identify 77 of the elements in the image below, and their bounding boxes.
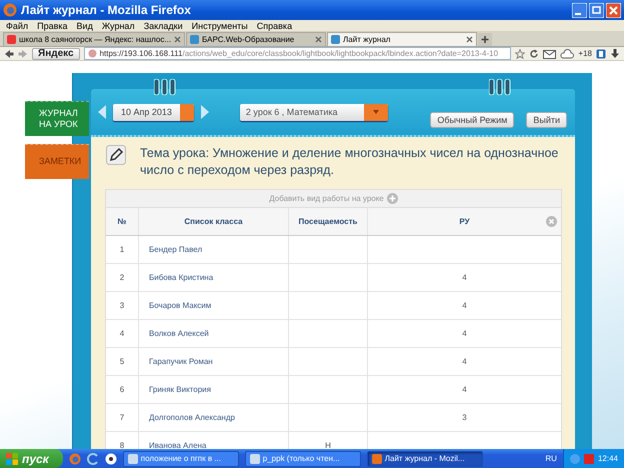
close-icon[interactable] [174, 36, 182, 43]
logout-button[interactable]: Выйти [526, 112, 567, 128]
row-number: 6 [106, 376, 139, 403]
taskbar-button[interactable]: p_ppk (только чтен... [244, 450, 361, 466]
row-number: 7 [106, 404, 139, 431]
menu-item[interactable]: Справка [256, 20, 292, 30]
site-icon [88, 49, 97, 58]
close-icon[interactable] [315, 36, 322, 43]
menu-item[interactable]: Файл [6, 20, 28, 30]
grade-mark[interactable]: 4 [368, 320, 561, 347]
plus-icon[interactable] [478, 33, 492, 46]
menu-item[interactable]: Инструменты [192, 20, 248, 30]
close-icon[interactable] [466, 36, 474, 43]
column-header: Посещаемость [289, 208, 368, 235]
normal-mode-button[interactable]: Обычный Режим [430, 112, 514, 128]
column-header: № [106, 208, 139, 235]
grade-mark[interactable]: 4 [368, 264, 561, 291]
grade-mark[interactable]: 3 [368, 404, 561, 431]
student-name[interactable]: Долгополов Александр [139, 404, 289, 431]
windows-flag-icon [6, 452, 18, 464]
page-icon [331, 35, 340, 44]
clock: 12:44 [598, 454, 618, 463]
star-icon[interactable] [515, 48, 526, 58]
row-number: 4 [106, 320, 139, 347]
bookmark-icon[interactable] [596, 48, 606, 58]
student-name[interactable]: Бендер Павел [139, 236, 289, 263]
menu-item[interactable]: Закладки [144, 20, 183, 30]
grade-mark[interactable]: 4 [368, 292, 561, 319]
student-name[interactable]: Бочаров Максим [139, 292, 289, 319]
side-tab[interactable]: ЖУРНАЛ НА УРОК [25, 101, 89, 136]
edit-pencil-icon[interactable] [106, 145, 126, 165]
row-number: 3 [106, 292, 139, 319]
lesson-topic: Тема урока: Умножение и деление многозначных чисел на однозначное число с переходом через разряд. [140, 145, 560, 179]
download-icon[interactable] [610, 48, 620, 58]
ball-icon[interactable] [104, 452, 117, 464]
taskbar-button[interactable]: Лайт журнал - Mozil... [366, 450, 483, 466]
grade-mark[interactable]: 4 [368, 376, 561, 403]
taskbar-button[interactable]: положение о пгпк в ... [122, 450, 239, 466]
app-icon [128, 454, 138, 464]
date-field[interactable]: 10 Апр 2013 [113, 104, 194, 120]
app-icon [372, 454, 382, 464]
address-field[interactable]: https://193.106.168.111/actions/web_edu/core/classbook/lightbook/lightbookpack/lbindex.action?date=2013-4-10 [84, 47, 512, 60]
dropdown-caret-icon [372, 110, 379, 114]
reload-icon[interactable] [529, 48, 540, 58]
grade-mark[interactable]: 4 [368, 348, 561, 375]
menu-item[interactable]: Правка [37, 20, 68, 30]
mail-icon[interactable] [543, 48, 556, 58]
restore-icon[interactable] [589, 2, 604, 18]
minimize-icon[interactable] [572, 2, 587, 18]
menu-item[interactable]: Вид [76, 20, 93, 30]
page-icon [7, 35, 16, 44]
browser-icon[interactable] [86, 452, 99, 464]
student-name[interactable]: Гриняк Виктория [139, 376, 289, 403]
column-header: РУ [459, 217, 470, 226]
cloud-icon[interactable] [560, 48, 574, 58]
column-header: Список класса [139, 208, 289, 235]
weather-label: +18 [578, 49, 592, 58]
student-name[interactable]: Бибова Кристина [139, 264, 289, 291]
browser-tab[interactable]: Лайт журнал [327, 32, 478, 46]
browser-tab[interactable]: БАРС.Web-Образование [186, 32, 326, 46]
window-title: Лайт журнал - Mozilla Firefox [21, 3, 192, 17]
lesson-select[interactable]: 2 урок 6 , Математика [240, 104, 388, 120]
page-icon [190, 35, 200, 44]
student-name[interactable]: Волков Алексей [139, 320, 289, 347]
back-icon[interactable] [4, 48, 14, 58]
row-number: 2 [106, 264, 139, 291]
menu-item[interactable]: Журнал [102, 20, 135, 30]
student-name[interactable]: Гарапучик Роман [139, 348, 289, 375]
binder-rings-icon [489, 79, 511, 95]
binder-rings-icon [154, 79, 176, 95]
browser-tab[interactable]: школа 8 саяногорск — Яндекс: нашлос... [3, 32, 186, 46]
url-text: https://193.106.168.111/actions/web_edu/core/classbook/lightbook/lightbookpack/lbindex.action?date=2013-4-10 [100, 49, 498, 58]
app-icon [250, 454, 260, 464]
language-indicator[interactable]: RU [545, 454, 557, 463]
yandex-button[interactable]: Яндекс [32, 48, 80, 60]
row-number: 1 [106, 236, 139, 263]
row-number: 5 [106, 348, 139, 375]
